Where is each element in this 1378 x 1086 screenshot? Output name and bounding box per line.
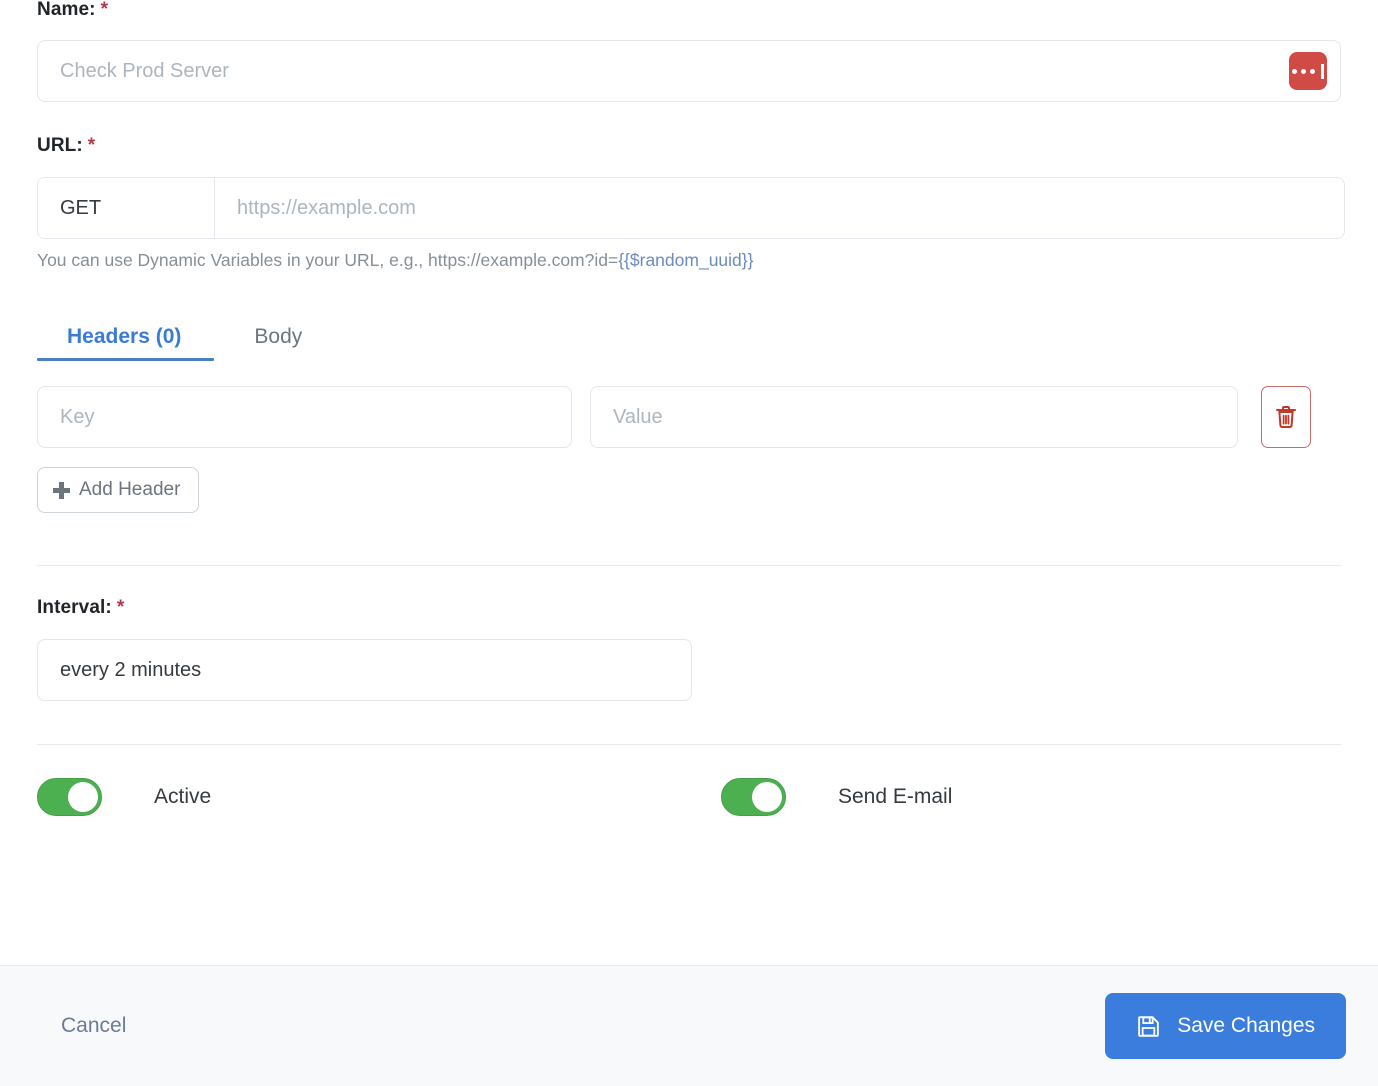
add-header-label: Add Header [79,479,180,501]
url-help-prefix: You can use Dynamic Variables in your UR… [37,250,618,270]
dot-1 [1292,69,1297,74]
url-field-group: URL:* GET You can use Dynamic Variables … [37,136,1341,271]
delete-header-button[interactable] [1261,386,1311,448]
active-toggle-label: Active [154,785,211,809]
form-footer: Cancel Save Changes [0,965,1378,1086]
dynamic-variable-token: {{$random_uuid}} [618,250,753,270]
password-manager-autofill-icon[interactable] [1289,52,1327,90]
plus-icon [53,482,70,499]
url-input-group: GET [37,177,1345,239]
toggles-row: Active Send E-mail [37,778,1341,816]
url-input[interactable] [215,178,1344,238]
tab-body[interactable]: Body [214,326,335,361]
floppy-save-icon [1136,1014,1161,1039]
add-header-button[interactable]: Add Header [37,467,199,513]
dot-2 [1301,69,1306,74]
monitor-edit-form-page: Name:* URL:* GET [0,0,1378,1086]
save-changes-label: Save Changes [1177,1014,1315,1038]
trash-icon [1275,405,1297,429]
toggle-knob [752,782,782,812]
interval-label-text: Interval: [37,597,112,618]
send-email-toggle-label: Send E-mail [838,785,952,809]
active-toggle[interactable] [37,778,102,816]
send-email-toggle[interactable] [721,778,786,816]
form-body: Name:* URL:* GET [0,0,1378,965]
toggle-knob [68,782,98,812]
name-input-wrapper [37,40,1341,102]
interval-required-marker: * [117,597,125,618]
header-value-input[interactable] [590,386,1238,448]
dot-3 [1310,69,1315,74]
url-label: URL:* [37,136,1341,155]
interval-field-group: Interval:* [37,598,1341,701]
interval-label: Interval:* [37,598,1341,617]
name-label-text: Name: [37,0,96,20]
interval-input[interactable] [37,639,692,701]
tab-headers[interactable]: Headers (0) [37,326,214,361]
name-input[interactable] [37,40,1341,102]
url-help-text: You can use Dynamic Variables in your UR… [37,250,1341,271]
name-label: Name:* [37,0,1341,19]
caret-bar [1321,64,1324,79]
divider-above-interval [37,565,1341,566]
save-changes-button[interactable]: Save Changes [1105,993,1346,1059]
url-required-marker: * [88,135,96,156]
header-row [37,386,1341,448]
http-method-select[interactable]: GET [38,178,215,238]
active-toggle-group: Active [37,778,721,816]
divider-above-toggles [37,744,1341,745]
name-field-group: Name:* [37,0,1341,102]
cancel-button[interactable]: Cancel [57,1008,130,1044]
url-label-text: URL: [37,135,83,156]
send-email-toggle-group: Send E-mail [721,778,952,816]
name-required-marker: * [101,0,109,20]
header-key-input[interactable] [37,386,572,448]
request-tabs: Headers (0) Body [37,305,1341,361]
